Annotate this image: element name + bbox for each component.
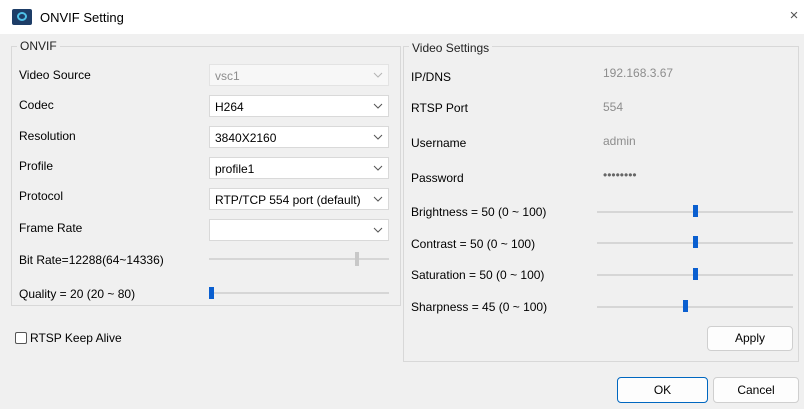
rtsp-port-field[interactable]: 554 (597, 96, 793, 118)
contrast-slider-thumb[interactable] (692, 236, 698, 248)
video-source-select[interactable]: vsc1 (209, 64, 389, 86)
protocol-value: RTP/TCP 554 port (default) (215, 193, 361, 207)
window-title: ONVIF Setting (40, 10, 124, 25)
resolution-label: Resolution (19, 129, 76, 143)
saturation-slider-thumb[interactable] (692, 268, 698, 280)
password-value: •••••••• (603, 168, 637, 182)
chevron-down-icon (373, 103, 383, 109)
ok-button[interactable]: OK (617, 377, 708, 403)
apply-button[interactable]: Apply (707, 326, 793, 351)
contrast-slider[interactable] (597, 236, 793, 248)
dialog-body: ONVIF Video Source vsc1 Codec H264 Resol… (0, 34, 804, 409)
codec-select[interactable]: H264 (209, 95, 389, 117)
onvif-group-title: ONVIF (17, 39, 60, 53)
quality-slider[interactable] (209, 287, 389, 299)
username-value: admin (603, 134, 636, 148)
codec-label: Codec (19, 98, 54, 112)
ip-dns-label: IP/DNS (411, 70, 452, 84)
sharpness-slider[interactable] (597, 300, 793, 312)
chevron-down-icon (373, 134, 383, 140)
password-label: Password (411, 171, 464, 185)
resolution-value: 3840X2160 (215, 131, 277, 145)
username-field[interactable]: admin (597, 130, 793, 152)
bit-rate-label: Bit Rate=12288(64~14336) (19, 253, 164, 267)
chevron-down-icon (373, 165, 383, 171)
quality-label: Quality = 20 (20 ~ 80) (19, 287, 136, 301)
protocol-label: Protocol (19, 189, 64, 203)
close-icon[interactable]: × (784, 7, 804, 24)
saturation-label: Saturation = 50 (0 ~ 100) (411, 268, 545, 282)
frame-rate-label: Frame Rate (19, 221, 83, 235)
saturation-slider[interactable] (597, 268, 793, 280)
rtsp-port-label: RTSP Port (411, 101, 468, 115)
profile-select[interactable]: profile1 (209, 157, 389, 179)
resolution-select[interactable]: 3840X2160 (209, 126, 389, 148)
password-field[interactable]: •••••••• (597, 164, 793, 186)
video-settings-group (403, 46, 799, 362)
ip-dns-field[interactable]: 192.168.3.67 (597, 62, 793, 84)
ip-dns-value: 192.168.3.67 (603, 66, 674, 80)
chevron-down-icon (373, 72, 383, 78)
video-settings-group-title: Video Settings (409, 41, 493, 55)
sharpness-slider-thumb[interactable] (682, 300, 688, 312)
codec-value: H264 (215, 100, 244, 114)
app-icon (12, 9, 32, 25)
brightness-label: Brightness = 50 (0 ~ 100) (411, 205, 547, 219)
rtsp-keep-alive-checkbox[interactable] (15, 332, 27, 344)
contrast-label: Contrast = 50 (0 ~ 100) (411, 237, 536, 251)
bit-rate-slider-thumb[interactable] (355, 252, 360, 266)
quality-slider-thumb[interactable] (209, 287, 214, 299)
rtsp-keep-alive-label: RTSP Keep Alive (30, 331, 122, 345)
bit-rate-slider[interactable] (209, 252, 389, 266)
video-source-label: Video Source (19, 68, 91, 82)
protocol-select[interactable]: RTP/TCP 554 port (default) (209, 188, 389, 210)
cancel-button[interactable]: Cancel (713, 377, 799, 403)
chevron-down-icon (373, 196, 383, 202)
sharpness-label: Sharpness = 45 (0 ~ 100) (411, 300, 548, 314)
title-bar: ONVIF Setting × (0, 0, 804, 34)
rtsp-port-value: 554 (603, 100, 624, 114)
profile-label: Profile (19, 159, 54, 173)
profile-value: profile1 (215, 162, 255, 176)
brightness-slider[interactable] (597, 205, 793, 217)
video-source-value: vsc1 (215, 69, 240, 83)
username-label: Username (411, 136, 467, 150)
brightness-slider-thumb[interactable] (692, 205, 698, 217)
frame-rate-select[interactable] (209, 219, 389, 241)
chevron-down-icon (373, 227, 383, 233)
